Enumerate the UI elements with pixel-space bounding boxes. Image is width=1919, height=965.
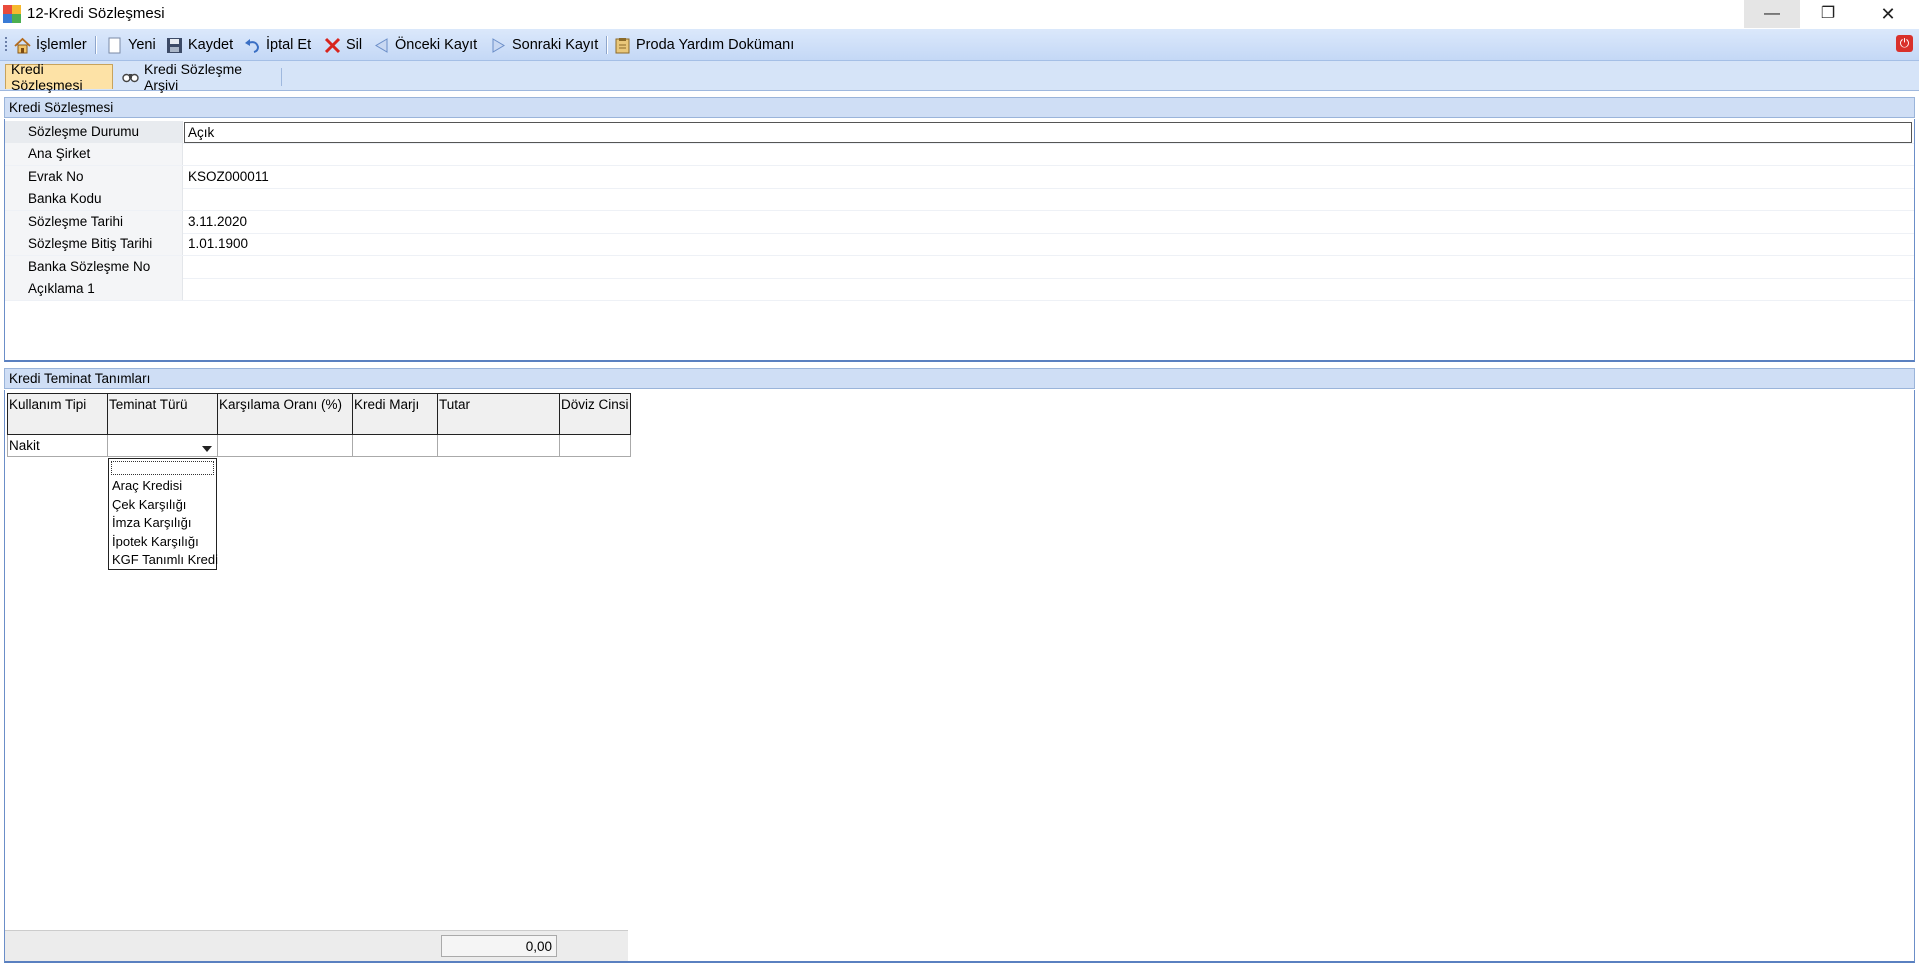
- bank-contract-no-field[interactable]: [185, 256, 1914, 278]
- binoculars-icon: [122, 68, 139, 85]
- toolbar-grip[interactable]: [5, 37, 7, 53]
- dropdown-option[interactable]: KGF Tanımlı Kredi: [112, 551, 218, 569]
- undo-icon: [244, 37, 261, 54]
- guarantee-type-dropdown[interactable]: Araç Kredisi Çek Karşılığı İmza Karşılığ…: [108, 458, 218, 570]
- dropdown-option[interactable]: İmza Karşılığı: [112, 514, 191, 532]
- delete-icon: [324, 37, 341, 54]
- credit-margin-cell[interactable]: [352, 434, 438, 457]
- guarantee-section-header: Kredi Teminat Tanımları: [4, 368, 1915, 389]
- next-icon: [490, 37, 507, 54]
- new-label: Yeni: [128, 37, 156, 53]
- table-row[interactable]: Nakit: [7, 434, 631, 457]
- currency-cell[interactable]: [559, 434, 631, 457]
- islemler-label: İşlemler: [36, 37, 87, 53]
- next-record-button[interactable]: Sonraki Kayıt: [490, 34, 598, 56]
- previous-icon: [373, 37, 390, 54]
- home-icon: [14, 37, 31, 54]
- field-row-bank-code[interactable]: Banka Kodu: [5, 188, 1914, 211]
- field-row-contract-date[interactable]: Sözleşme Tarihi 3.11.2020: [5, 211, 1914, 234]
- previous-record-button[interactable]: Önceki Kayıt: [373, 34, 477, 56]
- column-header-coverage-ratio[interactable]: Karşılama Oranı (%): [217, 393, 353, 435]
- guarantee-grid-area: Kullanım Tipi Teminat Türü Karşılama Ora…: [4, 390, 1915, 963]
- new-document-icon: [106, 37, 123, 54]
- field-label: Sözleşme Bitiş Tarihi: [5, 233, 183, 255]
- contract-form: Sözleşme Durumu Açık Ana Şirket Evrak No…: [4, 119, 1915, 362]
- parent-company-field[interactable]: [185, 143, 1914, 165]
- app-logo-icon: [3, 5, 21, 23]
- tab-label: Kredi Sözleşmesi: [11, 61, 83, 93]
- delete-button[interactable]: Sil: [324, 34, 362, 56]
- previous-record-label: Önceki Kayıt: [395, 37, 478, 53]
- tab-label: Kredi Sözleşme Arşivi: [144, 60, 243, 93]
- save-button[interactable]: Kaydet: [166, 34, 233, 56]
- field-label: Banka Kodu: [5, 188, 183, 210]
- window-title: 12-Kredi Sözleşmesi: [27, 5, 165, 22]
- coverage-ratio-cell[interactable]: [217, 434, 353, 457]
- help-document-icon: [614, 37, 631, 54]
- field-label: Sözleşme Durumu: [5, 121, 183, 143]
- field-label: Evrak No: [5, 166, 183, 188]
- guarantee-table: Kullanım Tipi Teminat Türü Karşılama Ora…: [7, 393, 631, 457]
- bank-code-field[interactable]: [185, 188, 1914, 210]
- help-document-button[interactable]: Proda Yardım Dokümanı: [614, 34, 794, 56]
- contract-status-field[interactable]: Açık: [184, 122, 1912, 143]
- column-header-usage-type[interactable]: Kullanım Tipi: [7, 393, 108, 435]
- field-row-description-1[interactable]: Açıklama 1: [5, 278, 1914, 301]
- dropdown-empty-option[interactable]: [111, 461, 214, 475]
- new-button[interactable]: Yeni: [106, 34, 156, 56]
- save-label: Kaydet: [188, 37, 234, 53]
- tab-kredi-sozlesmesi[interactable]: Kredi Sözleşmesi: [5, 61, 113, 93]
- column-header-credit-margin[interactable]: Kredi Marjı: [352, 393, 438, 435]
- dropdown-option[interactable]: İpotek Karşılığı: [112, 533, 199, 551]
- toolbar: İşlemler Yeni Kaydet İptal Et Sil Önceki…: [0, 29, 1919, 61]
- dropdown-option[interactable]: Çek Karşılığı: [112, 496, 186, 514]
- total-amount: 0,00: [441, 935, 557, 957]
- field-label: Ana Şirket: [5, 143, 183, 165]
- save-icon: [166, 37, 183, 54]
- islemler-menu-button[interactable]: İşlemler: [14, 34, 87, 56]
- field-row-contract-end-date[interactable]: Sözleşme Bitiş Tarihi 1.01.1900: [5, 233, 1914, 256]
- contract-end-date-field[interactable]: 1.01.1900: [185, 233, 1914, 255]
- cancel-label: İptal Et: [266, 37, 312, 53]
- description-1-field[interactable]: [185, 278, 1914, 300]
- contract-date-field[interactable]: 3.11.2020: [185, 211, 1914, 233]
- delete-label: Sil: [346, 37, 363, 53]
- document-no-field[interactable]: KSOZ000011: [185, 166, 1914, 188]
- field-label: Açıklama 1: [5, 278, 183, 300]
- grid-footer: 0,00: [5, 930, 628, 961]
- column-header-guarantee-type[interactable]: Teminat Türü: [107, 393, 218, 435]
- field-row-document-no[interactable]: Evrak No KSOZ000011: [5, 166, 1914, 189]
- title-bar: 12-Kredi Sözleşmesi — ❐ ✕: [0, 0, 1919, 29]
- dropdown-option[interactable]: Araç Kredisi: [112, 477, 182, 495]
- field-label: Sözleşme Tarihi: [5, 211, 183, 233]
- field-label: Banka Sözleşme No: [5, 256, 183, 278]
- restore-button[interactable]: ❐: [1800, 0, 1856, 28]
- power-icon[interactable]: ⏻: [1896, 35, 1913, 52]
- column-header-currency[interactable]: Döviz Cinsi: [559, 393, 631, 435]
- usage-type-cell[interactable]: Nakit: [7, 434, 108, 457]
- cancel-button[interactable]: İptal Et: [244, 34, 311, 56]
- chevron-down-icon[interactable]: [202, 446, 212, 452]
- tab-strip: Kredi Sözleşmesi Kredi Sözleşme Arşivi: [0, 61, 1919, 93]
- contract-section-header: Kredi Sözleşmesi: [4, 97, 1915, 118]
- help-document-label: Proda Yardım Dokümanı: [636, 37, 795, 53]
- close-window-button[interactable]: ✕: [1860, 0, 1916, 28]
- amount-cell[interactable]: [437, 434, 560, 457]
- field-row-contract-status[interactable]: Sözleşme Durumu Açık: [5, 121, 1914, 144]
- field-row-bank-contract-no[interactable]: Banka Sözleşme No: [5, 256, 1914, 279]
- tab-kredi-sozlesme-arsivi[interactable]: Kredi Sözleşme Arşivi: [117, 61, 277, 93]
- next-record-label: Sonraki Kayıt: [512, 37, 599, 53]
- minimize-button[interactable]: —: [1744, 0, 1800, 28]
- field-row-parent-company[interactable]: Ana Şirket: [5, 143, 1914, 166]
- column-header-amount[interactable]: Tutar: [437, 393, 560, 435]
- guarantee-type-cell[interactable]: [107, 434, 218, 457]
